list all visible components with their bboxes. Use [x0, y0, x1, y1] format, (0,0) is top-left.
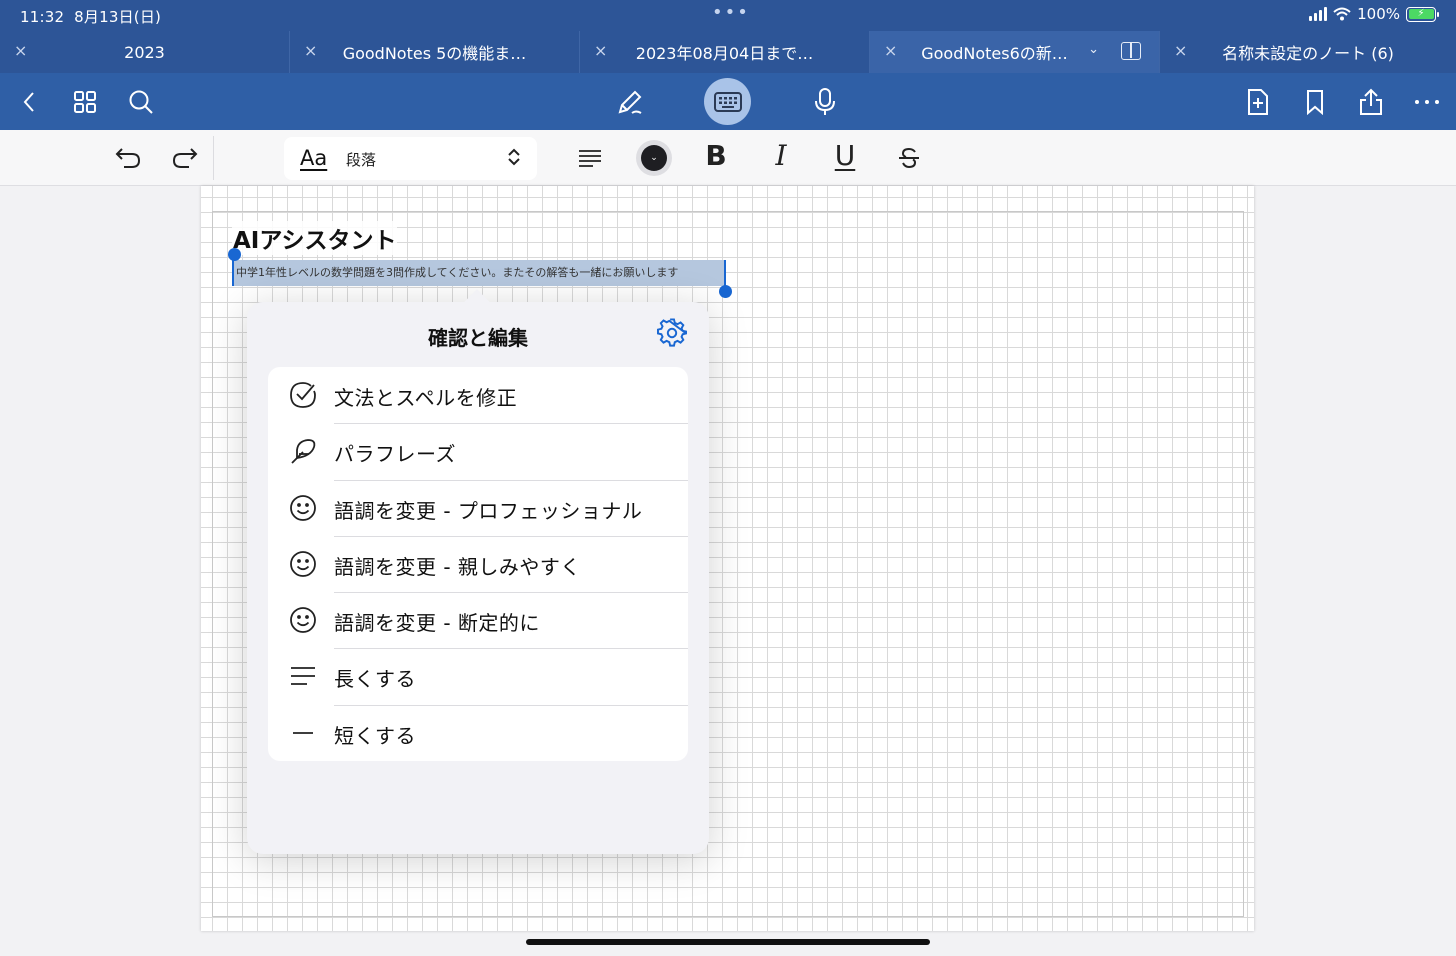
- search-icon: [129, 90, 153, 114]
- menu-item-label: 文法とスペルを修正: [334, 386, 518, 410]
- menu-item-label: パラフレーズ: [334, 442, 456, 467]
- tab-2023-08-04[interactable]: × 2023年08月04日まで…: [580, 31, 870, 73]
- search-button[interactable]: [124, 85, 158, 119]
- tab-label: 2023年08月04日まで…: [635, 44, 814, 63]
- font-style-icon: Aa: [300, 146, 328, 170]
- grid-view-button[interactable]: [68, 85, 102, 119]
- undo-button[interactable]: [112, 142, 144, 174]
- dictation-button[interactable]: [808, 85, 842, 119]
- menu-item-label: 短くする: [334, 723, 416, 748]
- tab-label: GoodNotes6の新…: [921, 44, 1068, 63]
- menu-item-make-longer[interactable]: 長くする: [268, 648, 688, 704]
- wifi-icon: [1333, 7, 1351, 21]
- strikethrough-icon: [899, 147, 919, 169]
- gear-icon[interactable]: [657, 318, 687, 348]
- selection-start-handle[interactable]: [228, 248, 241, 261]
- close-icon[interactable]: ×: [1174, 41, 1187, 60]
- share-button[interactable]: [1354, 85, 1388, 119]
- more-icon: [1415, 100, 1439, 104]
- bold-button[interactable]: B: [700, 139, 732, 172]
- battery-percent: 100%: [1357, 5, 1400, 23]
- grid-icon: [74, 91, 96, 113]
- bookmark-button[interactable]: [1298, 85, 1332, 119]
- share-icon: [1360, 88, 1382, 115]
- chevron-updown-icon: [508, 148, 520, 166]
- add-page-icon: [1248, 89, 1268, 115]
- close-icon[interactable]: ×: [884, 41, 897, 60]
- multitasking-dots[interactable]: •••: [712, 2, 750, 23]
- strikethrough-button[interactable]: [893, 142, 925, 174]
- status-time: 11:32 8月13日(日): [20, 8, 162, 26]
- text-color-button[interactable]: ⌄: [636, 140, 672, 176]
- underline-button[interactable]: U: [829, 139, 861, 172]
- lines-icon: [288, 661, 318, 691]
- tab-goodnotes6-active[interactable]: × GoodNotes6の新… ⌄: [870, 31, 1160, 73]
- feather-icon: [288, 436, 318, 466]
- chevron-down-icon[interactable]: ⌄: [1088, 42, 1099, 57]
- chevron-down-icon: ⌄: [641, 145, 667, 171]
- tab-label: 名称未設定のノート (6): [1222, 44, 1394, 63]
- review-edit-popover: 確認と編集 文法とスペルを修正 パラフレーズ 語調を変更 - プロフェッショナル…: [247, 289, 709, 854]
- keyboard-button[interactable]: [704, 78, 751, 125]
- status-bar: 11:32 8月13日(日) ••• 100% ⚡: [0, 0, 1456, 31]
- menu-item-fix-grammar[interactable]: 文法とスペルを修正: [268, 367, 688, 423]
- chevron-left-icon: [23, 92, 34, 112]
- menu-item-tone-assertive[interactable]: 語調を変更 - 断定的に: [268, 592, 688, 648]
- close-icon[interactable]: ×: [594, 41, 607, 60]
- split-view-icon[interactable]: [1121, 42, 1141, 60]
- selected-text: 中学1年性レベルの数学問題を3問作成してください。またその解答も一緒にお願いしま…: [236, 266, 679, 279]
- tab-untitled-note[interactable]: × 名称未設定のノート (6): [1160, 31, 1456, 73]
- dash-icon: [288, 718, 318, 748]
- battery-icon: ⚡: [1406, 6, 1439, 22]
- undo-icon: [115, 148, 141, 168]
- align-left-icon: [579, 150, 601, 167]
- smiley-icon: [288, 605, 318, 635]
- signal-icon: [1309, 7, 1328, 21]
- more-button[interactable]: [1410, 85, 1444, 119]
- status-indicators: 100% ⚡: [1309, 5, 1439, 23]
- note-title[interactable]: AIアシスタント: [232, 221, 398, 255]
- tab-goodnotes5[interactable]: × GoodNotes 5の機能ま…: [290, 31, 580, 73]
- smiley-icon: [288, 549, 318, 579]
- microphone-icon: [815, 88, 835, 115]
- home-indicator[interactable]: [526, 939, 930, 945]
- italic-button[interactable]: I: [765, 139, 797, 172]
- paragraph-style-select[interactable]: Aa 段落: [284, 137, 537, 180]
- menu-item-make-shorter[interactable]: 短くする: [268, 704, 688, 761]
- menu-item-tone-professional[interactable]: 語調を変更 - プロフェッショナル: [268, 479, 688, 536]
- text-align-button[interactable]: [574, 142, 606, 174]
- pen-icon: [618, 90, 642, 114]
- tab-2023[interactable]: × 2023: [0, 31, 290, 73]
- close-icon[interactable]: ×: [304, 41, 317, 60]
- back-button[interactable]: [12, 85, 46, 119]
- redo-button[interactable]: [169, 142, 201, 174]
- redo-icon: [172, 148, 198, 168]
- menu-item-label: 語調を変更 - プロフェッショナル: [334, 498, 643, 523]
- pen-tool-button[interactable]: [613, 85, 647, 119]
- paragraph-style-value: 段落: [346, 151, 377, 169]
- tab-bar: × 2023 × GoodNotes 5の機能ま… × 2023年08月04日ま…: [0, 31, 1456, 73]
- popover-title: 確認と編集: [428, 326, 528, 350]
- checkmark-circle-icon: [288, 380, 318, 410]
- action-list: 文法とスペルを修正 パラフレーズ 語調を変更 - プロフェッショナル 語調を変更…: [268, 367, 688, 761]
- menu-item-label: 長くする: [334, 667, 416, 692]
- text-format-toolbar: Aa 段落 ⌄ B I U: [0, 130, 1456, 186]
- menu-item-tone-friendly[interactable]: 語調を変更 - 親しみやすく: [268, 535, 688, 592]
- toolbar-divider: [213, 136, 214, 180]
- menu-item-label: 語調を変更 - 断定的に: [334, 611, 540, 636]
- tab-label: GoodNotes 5の機能ま…: [342, 44, 527, 63]
- tab-label: 2023: [124, 42, 165, 62]
- smiley-icon: [288, 493, 318, 523]
- menu-item-label: 語調を変更 - 親しみやすく: [334, 554, 581, 579]
- text-selection[interactable]: 中学1年性レベルの数学問題を3問作成してください。またその解答も一緒にお願いしま…: [232, 260, 726, 286]
- close-icon[interactable]: ×: [14, 41, 27, 60]
- add-page-button[interactable]: [1241, 85, 1275, 119]
- bookmark-icon: [1307, 90, 1323, 115]
- keyboard-icon: [713, 91, 742, 112]
- selection-end-handle[interactable]: [719, 285, 732, 298]
- document-toolbar: [0, 73, 1456, 130]
- menu-item-paraphrase[interactable]: パラフレーズ: [268, 423, 688, 479]
